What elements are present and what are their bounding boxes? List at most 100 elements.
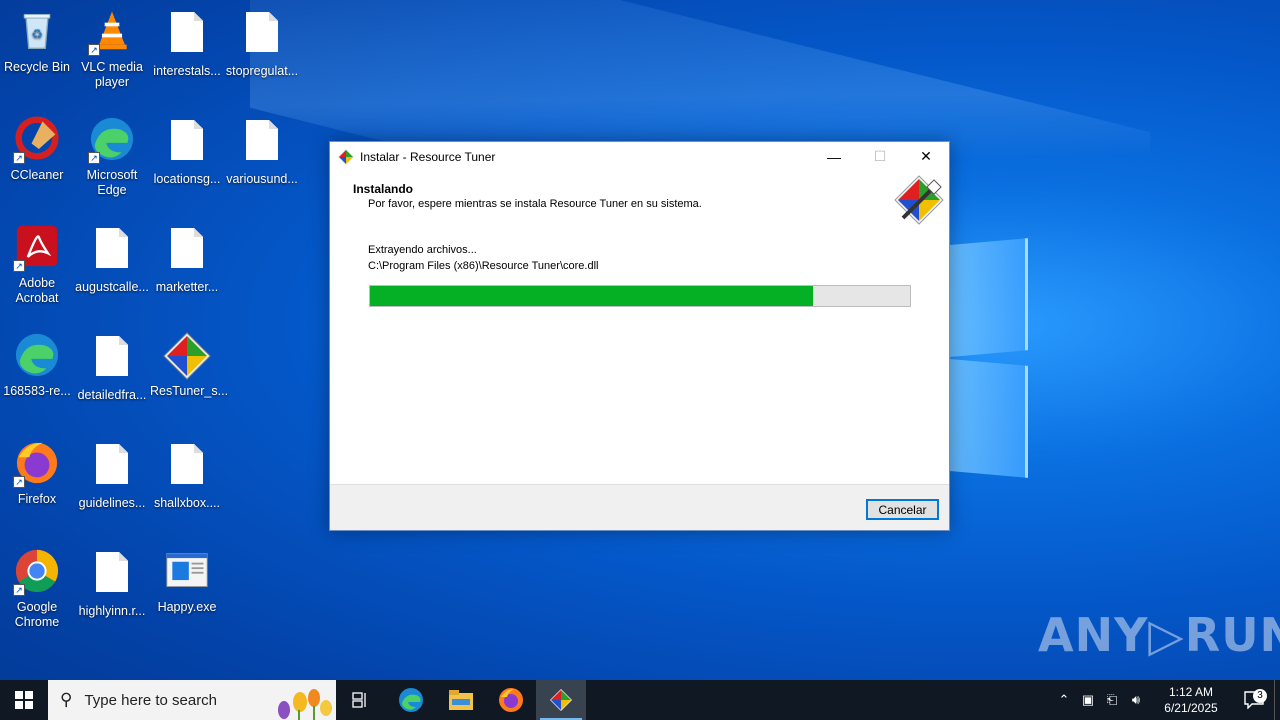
taskbar: ⚲ Type here to search ⌃ ▣ ⎗ 🔊︎ 1:12 AM 6…: [0, 680, 1280, 720]
volume-icon[interactable]: 🔊︎: [1124, 692, 1148, 708]
network-icon[interactable]: ⎗: [1100, 692, 1124, 708]
cancel-button[interactable]: Cancelar: [866, 499, 939, 520]
taskbar-edge[interactable]: [386, 680, 436, 720]
start-button[interactable]: [0, 680, 48, 720]
recycle-bin-icon: ♻: [13, 8, 61, 56]
desktop-icon-label: 168583-re...: [3, 384, 71, 398]
action-center-button[interactable]: 3: [1234, 689, 1274, 709]
taskbar-search-box[interactable]: ⚲ Type here to search: [48, 680, 336, 720]
installer-window: Instalar - Resource Tuner — ☐ ✕ Instalan…: [329, 141, 950, 531]
task-view-button[interactable]: [336, 680, 386, 720]
close-button[interactable]: ✕: [903, 142, 949, 171]
clock-time: 1:12 AM: [1168, 685, 1214, 699]
status-text: Extrayendo archivos...: [368, 244, 477, 256]
desktop-icon-label: ResTuner_s...: [150, 384, 229, 398]
edge-icon: ↗: [88, 116, 136, 164]
taskbar-firefox[interactable]: [486, 680, 536, 720]
shortcut-arrow-icon: ↗: [13, 260, 25, 272]
taskbar-file-explorer[interactable]: [436, 680, 486, 720]
desktop-icon-label: variousund...: [226, 172, 298, 186]
resource-tuner-logo-icon: [894, 175, 944, 225]
document-icon: [163, 120, 211, 168]
desktop-icon[interactable]: locationsg...: [150, 116, 224, 187]
document-icon: [88, 552, 136, 600]
desktop-icon-label: highlyinn.r...: [78, 604, 146, 618]
anyrun-watermark: ANY▷RUN: [1038, 608, 1280, 662]
document-icon: [163, 228, 211, 276]
document-icon: [88, 228, 136, 276]
desktop-icon-label: Adobe Acrobat: [15, 276, 59, 305]
desktop-icon[interactable]: ↗ Microsoft Edge: [75, 116, 149, 198]
search-highlight-flowers-icon: [278, 689, 332, 720]
desktop-icon-label: CCleaner: [10, 168, 64, 182]
desktop-icon-label: guidelines...: [78, 496, 146, 510]
taskbar-clock[interactable]: 1:12 AM 6/21/2025: [1154, 684, 1228, 716]
show-desktop-button[interactable]: [1274, 680, 1280, 720]
desktop-icon-label: marketter...: [155, 280, 219, 294]
desktop-icon-label: locationsg...: [153, 172, 221, 186]
task-view-icon: [352, 692, 366, 708]
system-tray: ⌃ ▣ ⎗ 🔊︎ 1:12 AM 6/21/2025 3: [1052, 680, 1280, 720]
edge-icon: [399, 688, 423, 712]
shortcut-arrow-icon: ↗: [13, 152, 25, 164]
shortcut-arrow-icon: ↗: [13, 584, 25, 596]
desktop-icon[interactable]: guidelines...: [75, 440, 149, 511]
meet-now-icon[interactable]: ▣: [1076, 692, 1100, 708]
svg-text:♻: ♻: [31, 26, 43, 41]
desktop-icon-label: shallxbox....: [153, 496, 220, 510]
current-file-path: C:\Program Files (x86)\Resource Tuner\co…: [368, 260, 599, 272]
desktop-icon[interactable]: augustcalle...: [75, 224, 149, 295]
window-title: Instalar - Resource Tuner: [360, 149, 496, 164]
desktop-icon-label: detailedfra...: [77, 388, 147, 402]
minimize-button[interactable]: —: [811, 142, 857, 171]
desktop-icon[interactable]: ↗ Adobe Acrobat: [0, 224, 74, 306]
search-placeholder: Type here to search: [84, 691, 218, 709]
desktop-icon-label: Happy.exe: [157, 600, 217, 614]
desktop-icon[interactable]: marketter...: [150, 224, 224, 295]
desktop-icon[interactable]: ♻ Recycle Bin: [0, 8, 74, 75]
install-progress-bar: [369, 285, 911, 307]
desktop-icon-label: Recycle Bin: [4, 60, 70, 74]
desktop-icon[interactable]: detailedfra...: [75, 332, 149, 403]
install-progress-fill: [370, 286, 813, 306]
notification-count-badge: 3: [1253, 689, 1267, 703]
desktop-icon[interactable]: ↗ CCleaner: [0, 116, 74, 183]
desktop-icon[interactable]: stopregulat...: [225, 8, 299, 79]
exe-icon: [163, 548, 211, 596]
shortcut-arrow-icon: ↗: [13, 476, 25, 488]
ccleaner-icon: ↗: [13, 116, 61, 164]
document-icon: [163, 12, 211, 60]
resource-tuner-icon: [550, 689, 572, 711]
shortcut-arrow-icon: ↗: [88, 152, 100, 164]
desktop-icon-label: stopregulat...: [225, 64, 299, 78]
desktop-icon[interactable]: Happy.exe: [150, 548, 224, 615]
firefox-icon: ↗: [13, 440, 61, 488]
desktop-icon-label: augustcalle...: [75, 280, 149, 294]
desktop-icon[interactable]: ResTuner_s...: [150, 332, 229, 399]
clock-date: 6/21/2025: [1164, 701, 1218, 715]
chrome-icon: ↗: [13, 548, 61, 596]
desktop-icon[interactable]: ↗ Google Chrome: [0, 548, 74, 630]
chevron-up-icon[interactable]: ⌃: [1052, 692, 1076, 708]
desktop-icon-label: Firefox: [17, 492, 57, 506]
desktop-icon[interactable]: 168583-re...: [0, 332, 74, 399]
document-icon: [88, 336, 136, 384]
desktop-icon[interactable]: shallxbox....: [150, 440, 224, 511]
vlc-icon: ↗: [88, 8, 136, 56]
desktop-icon-label: Microsoft Edge: [86, 168, 138, 197]
desktop-icon[interactable]: ↗ VLC media player: [75, 8, 149, 90]
desktop-icon[interactable]: ↗ Firefox: [0, 440, 74, 507]
windows-logo-wallpaper: [940, 236, 1030, 481]
desktop-icon[interactable]: highlyinn.r...: [75, 548, 149, 619]
windows-start-icon: [15, 691, 33, 709]
window-titlebar[interactable]: Instalar - Resource Tuner — ☐ ✕: [330, 142, 949, 171]
desktop-icon-label: interestals...: [153, 64, 221, 78]
document-icon: [163, 444, 211, 492]
taskbar-resource-tuner[interactable]: [536, 680, 586, 720]
acrobat-icon: ↗: [13, 224, 61, 272]
resource-tuner-icon: [338, 148, 354, 165]
desktop-icon-label: VLC media player: [81, 60, 143, 89]
desktop-icon[interactable]: variousund...: [225, 116, 299, 187]
edge-icon: [13, 332, 61, 380]
desktop-icon[interactable]: interestals...: [150, 8, 224, 79]
